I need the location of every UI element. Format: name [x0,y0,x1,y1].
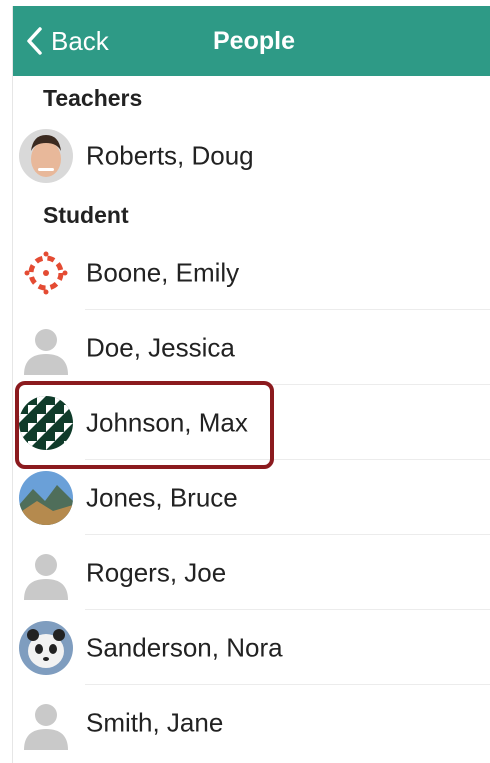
person-row-smith-jane[interactable]: Smith, Jane [13,686,490,760]
person-name: Rogers, Joe [86,557,227,588]
person-name: Smith, Jane [86,707,224,738]
person-name: Johnson, Max [86,407,248,438]
avatar [19,471,73,525]
navigation-bar: Back People [13,6,490,76]
canvas-logo-icon [19,246,73,300]
avatar [19,546,73,600]
person-row-doe-jessica[interactable]: Doe, Jessica [13,311,490,385]
person-name: Jones, Bruce [86,482,238,513]
person-row-johnson-max[interactable]: Johnson, Max [13,386,490,460]
row-divider [85,309,490,310]
default-person-icon [24,704,68,750]
row-divider [85,684,490,685]
person-row-sanderson-nora[interactable]: Sanderson, Nora [13,611,490,685]
default-person-icon [24,554,68,600]
person-name: Roberts, Doug [86,140,254,171]
section-header-students: Student [43,202,129,228]
person-row-jones-bruce[interactable]: Jones, Bruce [13,461,490,535]
person-row-rogers-joe[interactable]: Rogers, Joe [13,536,490,610]
default-person-icon [24,329,68,375]
person-name: Doe, Jessica [86,332,235,363]
page-title: People [213,27,295,55]
back-button[interactable]: Back [25,6,109,76]
avatar [19,621,73,675]
row-divider [85,459,490,460]
user-photo-icon [19,129,73,183]
avatar [19,321,73,375]
back-label: Back [51,25,109,56]
person-name: Sanderson, Nora [86,632,283,663]
person-name: Boone, Emily [86,257,240,288]
person-row-roberts-doug[interactable]: Roberts, Doug [13,119,490,193]
panda-photo-icon [19,621,73,675]
pattern-avatar-icon [19,396,73,450]
landscape-photo-icon [19,471,73,525]
avatar [19,396,73,450]
avatar [19,129,73,183]
chevron-left-icon [27,27,42,55]
avatar [19,696,73,750]
row-divider [85,609,490,610]
avatar [19,246,73,300]
row-divider [85,384,490,385]
row-divider [85,534,490,535]
person-row-boone-emily[interactable]: Boone, Emily [13,236,490,310]
section-header-teachers: Teachers [43,85,143,111]
people-screen: Back People Teachers Roberts, Doug Stude… [12,6,490,763]
